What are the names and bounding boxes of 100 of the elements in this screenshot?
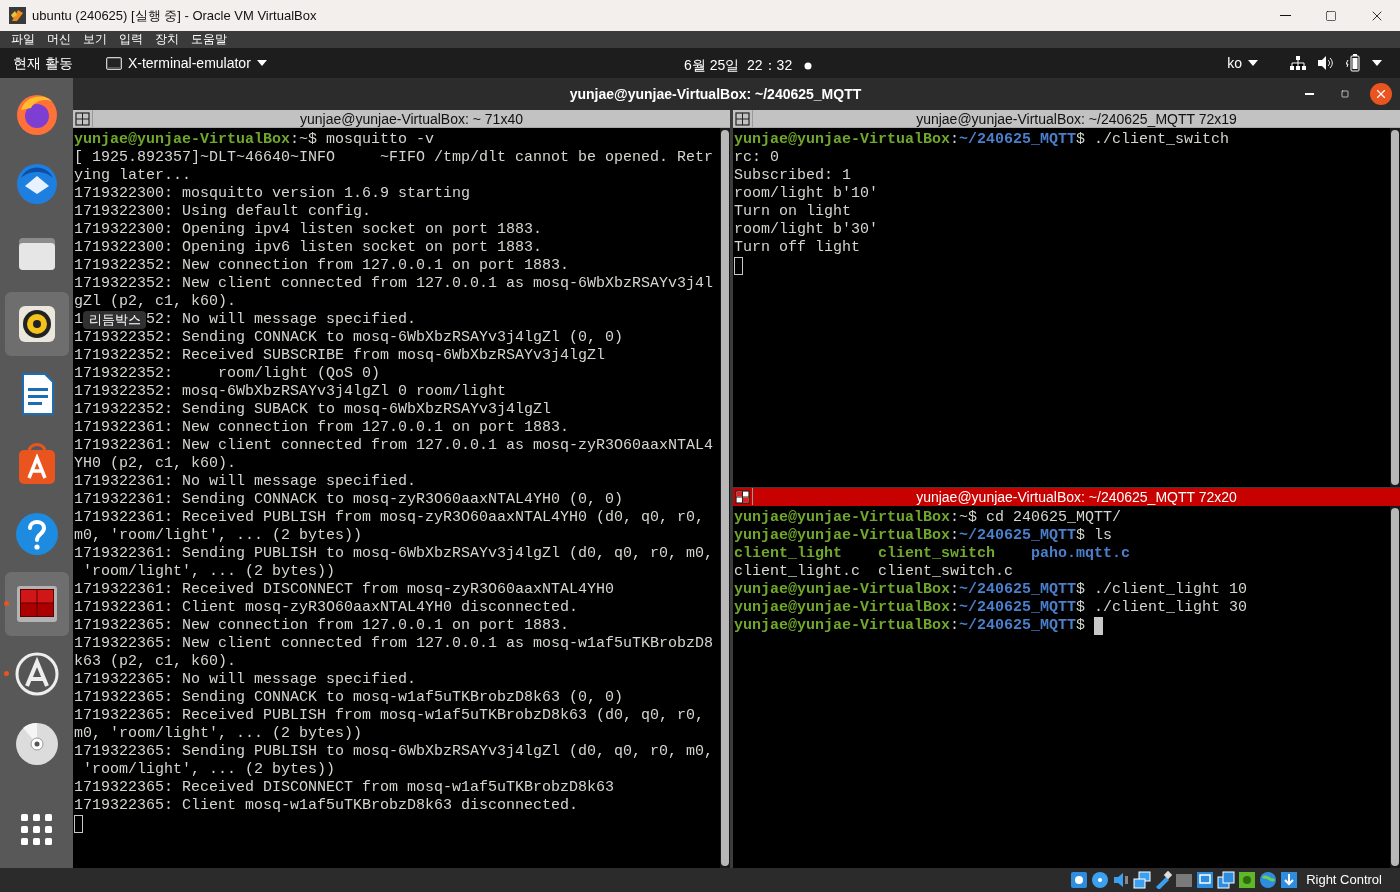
- terminal-text: :~$ mosquitto -v: [290, 131, 435, 149]
- terminal-line: m0, 'room/light', ... (2 bytes)): [74, 527, 363, 544]
- dock-item[interactable]: [4, 572, 69, 636]
- terminal-text: $ ./client_light 10: [1076, 581, 1248, 599]
- terminal-icon: [105, 56, 122, 70]
- notification-dot-icon: [804, 61, 813, 70]
- prompt-user: yunjae@yunjae-VirtualBox: [734, 617, 951, 635]
- terminal-line: 1719322365: Received DISCONNECT from mosq-w1af5uTKBrobzD8k63: [74, 779, 615, 796]
- layout-grid-icon[interactable]: [734, 111, 751, 126]
- terminal-line: rc: 0: [734, 149, 779, 166]
- pane-title: yunjae@yunjae-VirtualBox: ~ 71x40: [299, 109, 524, 128]
- chip-icon[interactable]: [1238, 871, 1257, 889]
- scrollbar[interactable]: [1390, 506, 1400, 868]
- usb-icon[interactable]: [1154, 871, 1173, 889]
- terminal-text: $: [1076, 617, 1086, 635]
- app-menu[interactable]: X-terminal-emulator: [105, 52, 267, 74]
- caret-icon: [1372, 60, 1382, 66]
- terminal-text: :: [950, 131, 960, 149]
- terminal-line: 1719322365: No will message specified.: [74, 671, 417, 688]
- menu-item[interactable]: 도움말: [191, 31, 227, 48]
- terminal-text: :: [950, 599, 960, 617]
- terminal-line: 1719322361: Received PUBLISH from mosq-zyR3O60aaxNTAL4YH0 (d0, q0, r0,: [74, 509, 705, 526]
- pane-title: yunjae@yunjae-VirtualBox: ~/240625_MQTT 72x19: [915, 109, 1238, 128]
- close-button[interactable]: [1370, 83, 1392, 105]
- network-icon: [1290, 56, 1306, 70]
- terminal-line: 1719322352: Sending SUBACK to mosq-6WbXbzRSAYv3j4lgZl: [74, 401, 552, 418]
- system-menu[interactable]: [1290, 54, 1382, 72]
- prompt-path: ~/240625_MQTT: [959, 581, 1077, 599]
- minimize-icon: [1279, 15, 1291, 16]
- terminal-line: 1719322361: New connection from 127.0.0.1 on port 1883.: [74, 419, 570, 436]
- terminal-line: 1719322300: mosquitto version 1.6.9 starting: [74, 185, 471, 202]
- terminal-line: 1719322365: Client mosq-w1af5uTKBrobzD8k63 disconnected.: [74, 797, 579, 814]
- terminal-line: room/light b'10': [734, 185, 879, 202]
- layout-grid-icon[interactable]: [74, 111, 91, 126]
- download-icon[interactable]: [1280, 871, 1299, 889]
- prompt-path: ~/240625_MQTT: [959, 617, 1077, 635]
- terminal-line: 1719322365: Sending PUBLISH to mosq-6WbXbzRSAYv3j4lgZl (d0, q0, r0, m0,: [74, 743, 714, 760]
- terminal-text: :: [950, 617, 960, 635]
- terminal-line: k63 (p2, c1, k60).: [74, 653, 237, 670]
- windows-icon[interactable]: [1217, 871, 1236, 889]
- terminal-text: 1: [74, 311, 83, 329]
- prompt-user: yunjae@yunjae-VirtualBox: [74, 131, 291, 149]
- input-source-menu[interactable]: ko: [1227, 52, 1258, 74]
- network-icon[interactable]: [1133, 871, 1152, 889]
- restore-icon: [1341, 90, 1349, 98]
- close-icon: [1374, 87, 1388, 101]
- terminal-text: $ ls: [1076, 527, 1113, 545]
- file-name: client_switch.c: [878, 563, 1015, 581]
- prompt-path: ~/240625_MQTT: [959, 599, 1077, 617]
- prompt-user: yunjae@yunjae-VirtualBox: [734, 527, 951, 545]
- terminal-window-title: yunjae@yunjae-VirtualBox: ~/240625_MQTT: [568, 84, 863, 104]
- pane-title: yunjae@yunjae-VirtualBox: ~/240625_MQTT 72x20: [915, 487, 1238, 506]
- maximize-icon: [1325, 9, 1337, 22]
- terminal-line: gZl (p2, c1, k60).: [74, 293, 237, 310]
- terminal-line: room/light b'30': [734, 221, 879, 238]
- prompt-path: ~/240625_MQTT: [959, 131, 1077, 149]
- terminal-line: YH0 (p2, c1, k60).: [74, 455, 237, 472]
- terminal-line: 'room/light', ... (2 bytes)): [82, 761, 336, 778]
- terminal-line: Turn off light: [734, 239, 861, 256]
- terminal-line: 1719322352: Sending CONNACK to mosq-6WbXbzRSAYv3j4lgZl (0, 0): [74, 329, 624, 346]
- dock-item[interactable]: [4, 292, 69, 356]
- scrollbar[interactable]: [720, 128, 730, 868]
- app-grid-icon: [20, 814, 53, 846]
- speaker-icon[interactable]: [1112, 871, 1131, 889]
- menu-item[interactable]: 보기: [83, 31, 107, 48]
- layout-grid-icon[interactable]: [734, 489, 751, 504]
- menu-item[interactable]: 머신: [47, 31, 71, 48]
- terminal-line: Turn on light: [734, 203, 852, 220]
- terminal-line: 1719322361: New client connected from 127.0.0.1 as mosq-zyR3O60aaxNTAL4: [74, 437, 714, 454]
- terminal-text: $ ./client_light 30: [1076, 599, 1248, 617]
- terminal-line: 'room/light', ... (2 bytes)): [82, 563, 336, 580]
- menu-item[interactable]: 장치: [155, 31, 179, 48]
- scrollbar[interactable]: [1390, 128, 1400, 487]
- globe-icon[interactable]: [1259, 871, 1278, 889]
- minimize-icon: [1304, 93, 1314, 95]
- folder-icon[interactable]: [1175, 871, 1194, 889]
- terminal-line: [ 1925.892357]~DLT~46640~INFO ~FIFO /tmp/dlt cannot be opened. Retr: [74, 149, 714, 166]
- terminal-line: 1719322352: New client connected from 127.0.0.1 as mosq-6WbXbzRSAYv3j4l: [74, 275, 714, 292]
- menu-item[interactable]: 입력: [119, 31, 143, 48]
- prompt-user: yunjae@yunjae-VirtualBox: [734, 509, 951, 527]
- terminal-line: 1719322365: Sending CONNACK to mosq-w1af5uTKBrobzD8k63 (0, 0): [74, 689, 624, 706]
- clock[interactable]: 6월 25일 22：32: [684, 55, 813, 76]
- menu-item[interactable]: 파일: [11, 31, 35, 48]
- file-name: client_light: [734, 545, 844, 563]
- terminal-line: 1719322365: New client connected from 127.0.0.1 as mosq-w1af5uTKBrobzD8: [74, 635, 714, 652]
- terminal-line: 1719322352: mosq-6WbXbzRSAYv3j4lgZl 0 room/light: [74, 383, 507, 400]
- activities-button[interactable]: 현재 활동: [13, 52, 73, 74]
- caret-icon: [256, 60, 267, 66]
- terminal-line: ying later...: [74, 167, 192, 184]
- terminal-line: 1719322361: Sending CONNACK to mosq-zyR3O60aaxNTAL4YH0 (0, 0): [74, 491, 624, 508]
- disc-icon[interactable]: [1091, 871, 1110, 889]
- terminal-line: 1719322352: New connection from 127.0.0.1 on port 1883.: [74, 257, 570, 274]
- terminal-text: :~$ cd 240625_MQTT/: [950, 509, 1122, 527]
- prompt-user: yunjae@yunjae-VirtualBox: [734, 131, 951, 149]
- monitor-icon[interactable]: [1196, 871, 1215, 889]
- prompt-user: yunjae@yunjae-VirtualBox: [734, 581, 951, 599]
- terminal-line: 1719322352: room/light (QoS 0): [74, 365, 381, 382]
- battery-icon: [1346, 54, 1360, 72]
- terminal-text: 52: No will message specified.: [146, 311, 417, 329]
- file-name: client_switch: [878, 545, 997, 563]
